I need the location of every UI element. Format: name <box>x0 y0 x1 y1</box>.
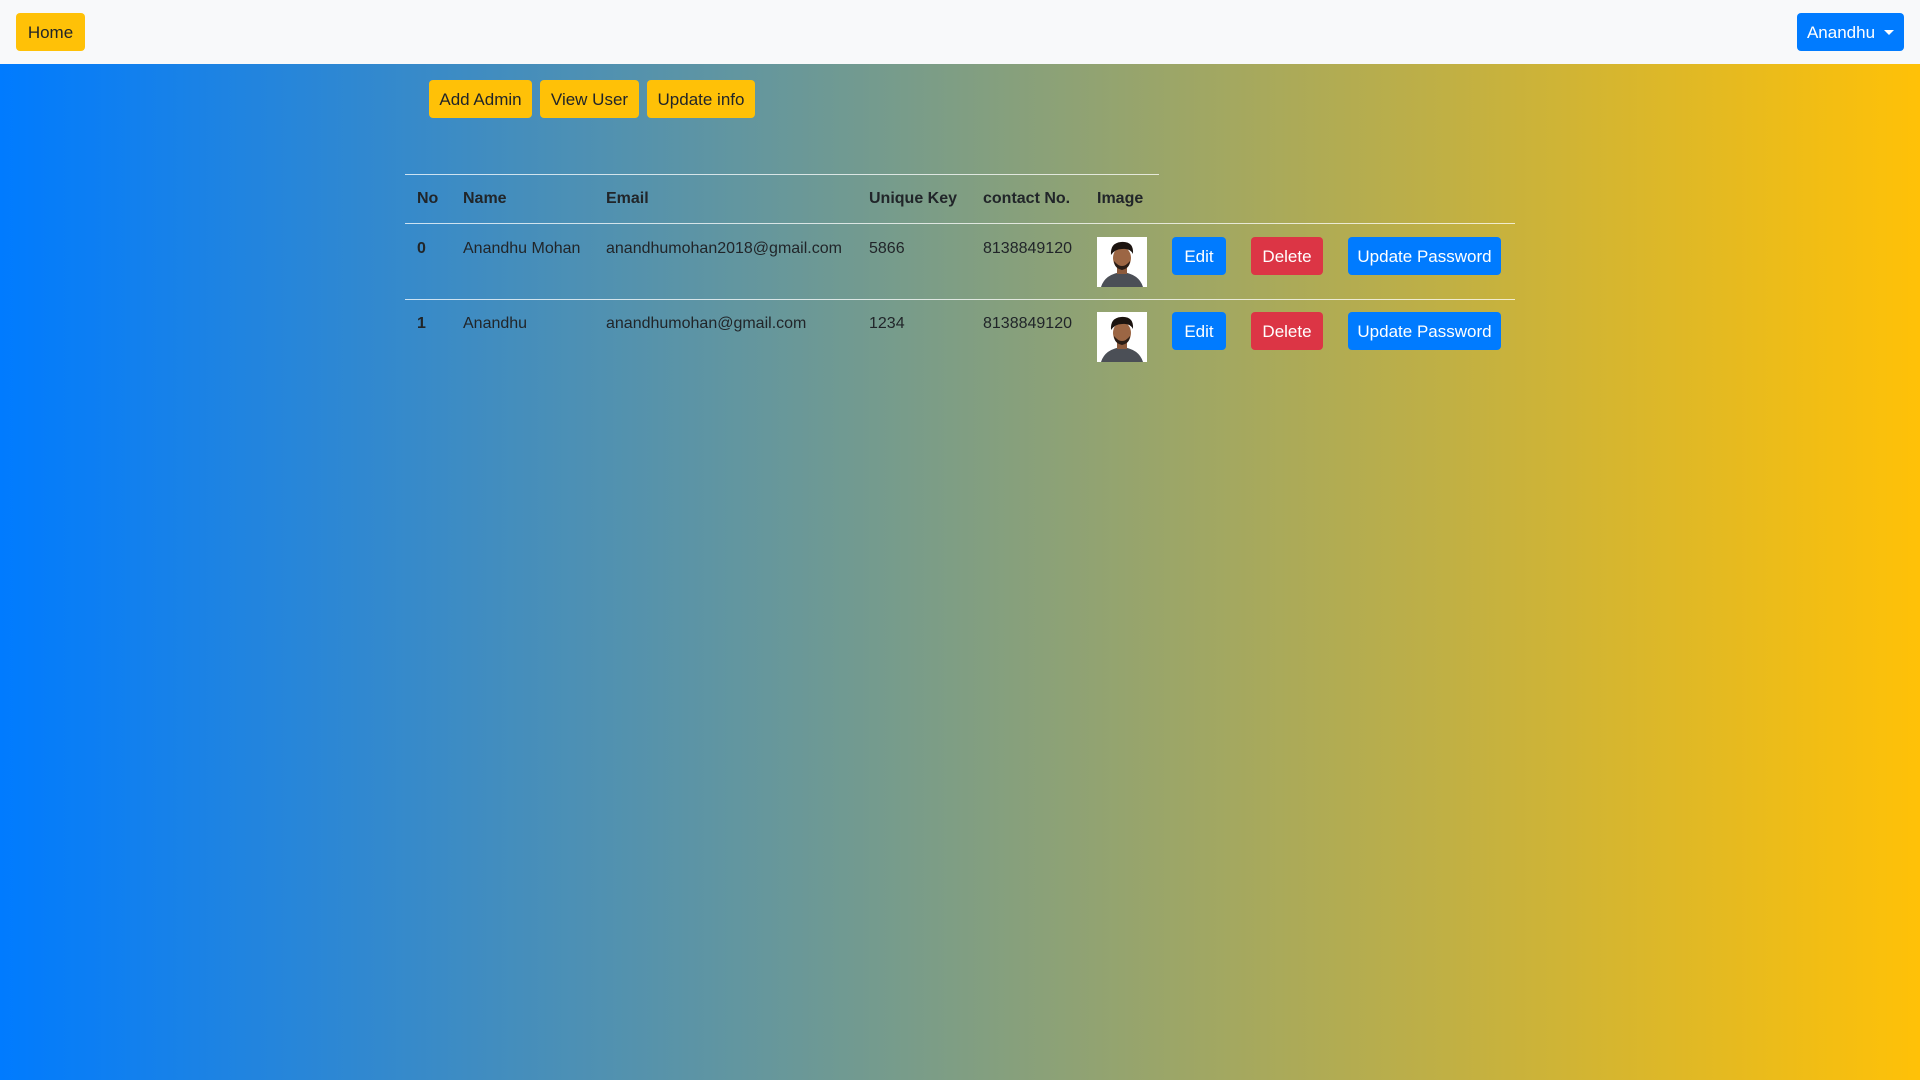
row-name: Anandhu <box>463 315 528 332</box>
person-photo-icon <box>1097 237 1147 287</box>
row-unique-key: 5866 <box>869 240 905 257</box>
row-divider <box>405 299 1515 300</box>
person-photo <box>1097 312 1147 362</box>
caret-down-icon <box>1884 29 1895 35</box>
row-contact: 8138849120 <box>983 240 1072 257</box>
person-photo-icon <box>1097 312 1147 362</box>
row-email: anandhumohan@gmail.com <box>606 315 807 332</box>
header-contact: contact No. <box>983 190 1071 207</box>
row-email: anandhumohan2018@gmail.com <box>606 240 842 257</box>
header-no: No <box>417 190 439 207</box>
update-info-button[interactable]: Update info <box>647 80 755 118</box>
delete-button[interactable]: Delete <box>1251 312 1323 350</box>
update-password-button[interactable]: Update Password <box>1348 312 1501 350</box>
person-photo <box>1097 237 1147 287</box>
header-email: Email <box>606 190 649 207</box>
table-top-border <box>405 174 1159 175</box>
row-name: Anandhu Mohan <box>463 240 581 257</box>
navbar: Home Anandhu <box>0 0 1920 64</box>
row-contact: 8138849120 <box>983 315 1072 332</box>
row-no: 0 <box>417 240 426 257</box>
add-admin-button[interactable]: Add Admin <box>429 80 532 118</box>
delete-button[interactable]: Delete <box>1251 237 1323 275</box>
home-button[interactable]: Home <box>16 13 85 51</box>
edit-button[interactable]: Edit <box>1172 237 1226 275</box>
update-password-button[interactable]: Update Password <box>1348 237 1501 275</box>
view-user-button[interactable]: View User <box>540 80 639 118</box>
row-no: 1 <box>417 315 426 332</box>
header-name: Name <box>463 190 507 207</box>
header-unique-key: Unique Key <box>869 190 958 207</box>
user-menu-label: Anandhu <box>1806 22 1876 42</box>
edit-button[interactable]: Edit <box>1172 312 1226 350</box>
user-menu-dropdown[interactable]: Anandhu <box>1797 13 1904 51</box>
header-bottom-border <box>405 223 1515 224</box>
header-image: Image <box>1097 190 1144 207</box>
row-unique-key: 1234 <box>869 315 905 332</box>
